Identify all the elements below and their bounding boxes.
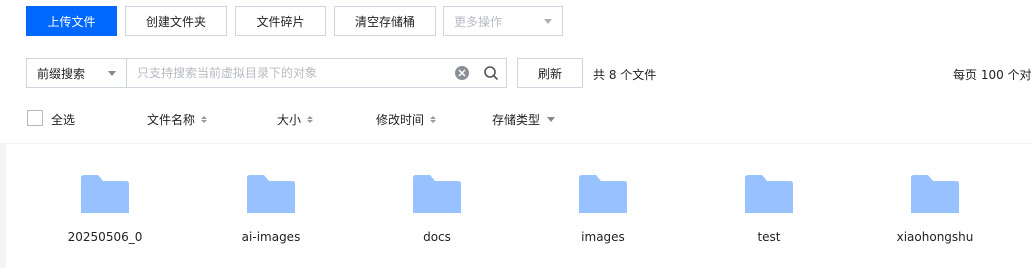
column-header-storage-type[interactable]: 存储类型: [492, 111, 556, 128]
column-header-name[interactable]: 文件名称: [147, 111, 208, 128]
more-actions-label: 更多操作: [454, 14, 503, 29]
folder-item[interactable]: docs: [377, 172, 497, 244]
folder-icon: [745, 175, 793, 213]
upload-button[interactable]: 上传文件: [26, 6, 117, 36]
folder-icon: [911, 175, 959, 213]
folder-name: ai-images: [241, 230, 301, 244]
clear-icon[interactable]: [455, 66, 469, 80]
column-storage-type-label: 存储类型: [492, 113, 541, 127]
folder-name: xiaohongshu: [896, 230, 974, 244]
file-grid: 20250506_0 ai-images docs images test xi…: [6, 144, 1032, 268]
search-box: [127, 58, 507, 88]
folder-item[interactable]: xiaohongshu: [875, 172, 995, 244]
folder-name: docs: [423, 230, 451, 244]
column-header-modified[interactable]: 修改时间: [376, 111, 437, 128]
file-fragments-button[interactable]: 文件碎片: [235, 6, 326, 36]
per-page-selector[interactable]: 每页 100 个对象: [953, 66, 1032, 83]
select-all-label: 全选: [51, 113, 76, 127]
search-mode-select[interactable]: 前缀搜索: [26, 58, 127, 88]
folder-item[interactable]: ai-images: [211, 172, 331, 244]
folder-name: images: [581, 230, 625, 244]
folder-icon: [579, 175, 627, 213]
refresh-button[interactable]: 刷新: [517, 58, 583, 88]
folder-icon: [81, 175, 129, 213]
column-header-size[interactable]: 大小: [277, 111, 314, 128]
search-mode-label: 前缀搜索: [37, 66, 86, 81]
column-modified-label: 修改时间: [376, 113, 425, 127]
more-actions-dropdown[interactable]: 更多操作: [443, 6, 563, 36]
column-name-label: 文件名称: [147, 113, 196, 127]
folder-icon: [247, 175, 295, 213]
folder-item[interactable]: 20250506_0: [45, 172, 165, 244]
sort-icon: [201, 116, 208, 123]
search-input[interactable]: [127, 59, 447, 87]
folder-item[interactable]: test: [709, 172, 829, 244]
folder-name: test: [757, 230, 781, 244]
select-all-checkbox[interactable]: [27, 110, 43, 126]
sort-icon: [430, 116, 437, 123]
create-folder-button[interactable]: 创建文件夹: [125, 6, 227, 36]
column-size-label: 大小: [277, 113, 302, 127]
folder-name: 20250506_0: [67, 230, 143, 244]
clear-bucket-button[interactable]: 清空存储桶: [334, 6, 436, 36]
folder-item[interactable]: images: [543, 172, 663, 244]
toolbar-panel: 上传文件 创建文件夹 文件碎片 清空存储桶 更多操作 前缀搜索 刷新 共 8 个…: [0, 0, 1032, 143]
chevron-down-icon: [108, 70, 116, 76]
chevron-down-icon: [544, 18, 552, 24]
sort-icon: [307, 116, 314, 123]
total-count: 共 8 个文件: [593, 68, 657, 82]
folder-icon: [413, 175, 461, 213]
chevron-down-icon: [547, 117, 556, 122]
search-icon[interactable]: [483, 65, 499, 81]
